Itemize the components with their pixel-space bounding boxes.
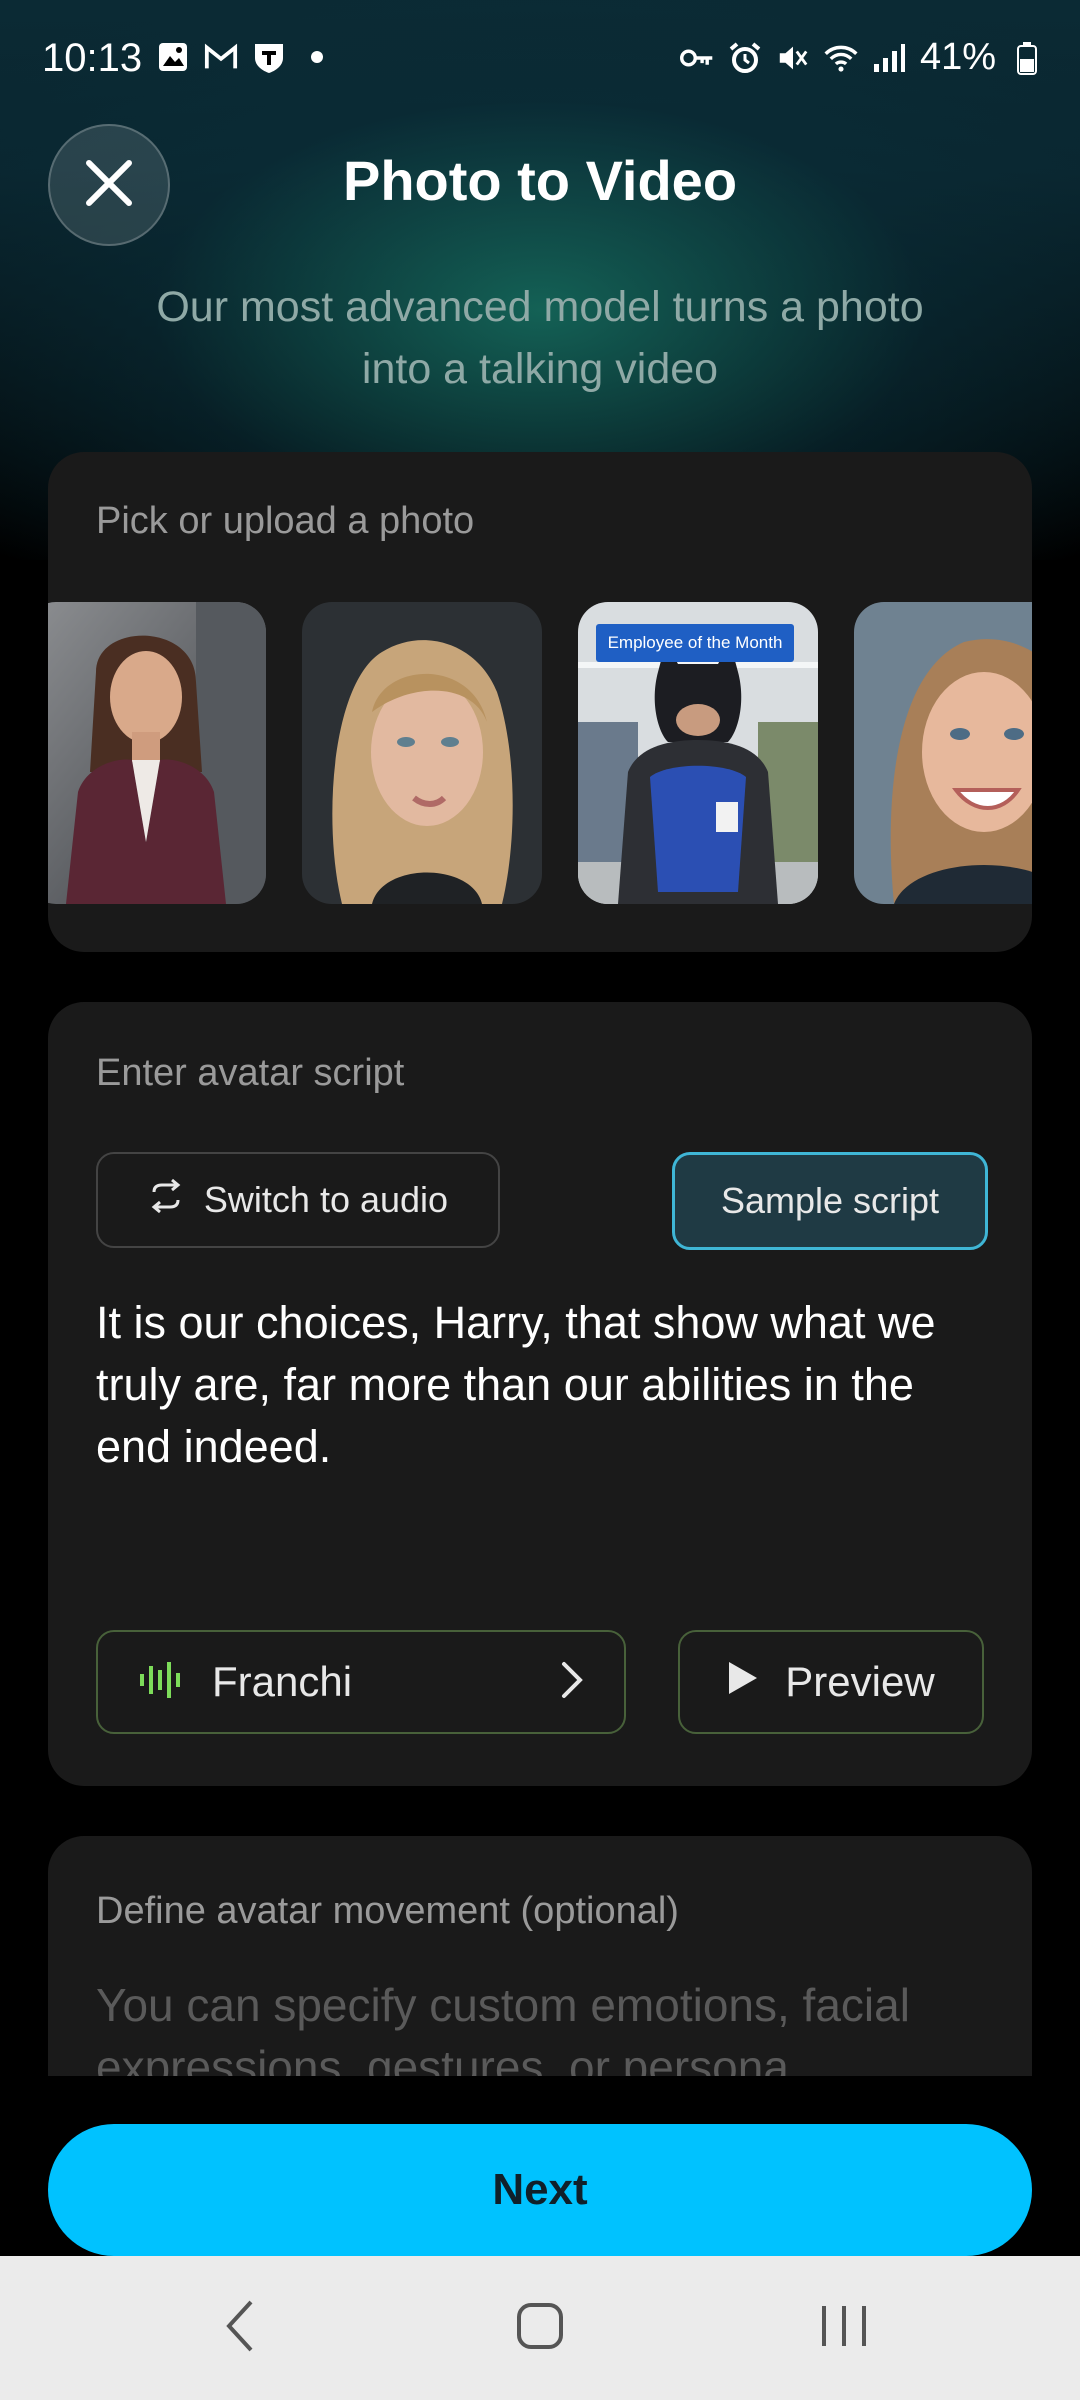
sample-script-label: Sample script: [720, 1180, 940, 1221]
play-icon: [727, 1658, 759, 1706]
dot-icon: [300, 40, 334, 74]
photo-picker-card: Pick or upload a photo Employee of the M…: [48, 452, 1032, 952]
back-icon: [223, 2298, 257, 2359]
recents-icon: [819, 2302, 869, 2355]
script-textarea[interactable]: It is our choices, Harry, that show what…: [96, 1292, 986, 1478]
smiling-woman-photo[interactable]: [854, 602, 1032, 904]
wifi-icon: [824, 41, 858, 75]
movement-input[interactable]: You can specify custom emotions, facial …: [96, 1974, 986, 2076]
page-title: Photo to Video: [342, 149, 738, 212]
gallery-icon: [156, 40, 190, 74]
chevron-right-icon: [560, 1660, 584, 1705]
page-subtitle: Our most advanced model turns a photo in…: [156, 283, 924, 393]
switch-to-audio-button[interactable]: Switch to audio: [96, 1152, 500, 1248]
movement-section-label: Define avatar movement (optional): [96, 1890, 679, 1932]
battery-level: 41%: [919, 36, 996, 78]
batman-store-photo[interactable]: Employee of the Month: [578, 602, 818, 904]
system-nav-bar: [0, 2256, 1080, 2400]
status-notification-icons: [156, 40, 334, 74]
avatar-script-card: Enter avatar script Switch to audio Samp…: [48, 1002, 1032, 1786]
nav-home-button[interactable]: [500, 2292, 580, 2364]
status-system-icons: 41%: [679, 36, 1044, 79]
status-bar: 10:13 41%: [0, 0, 1080, 120]
status-time: 10:13: [42, 36, 143, 80]
blonde-woman-photo[interactable]: [302, 602, 542, 904]
home-icon: [516, 2302, 564, 2355]
nav-back-button[interactable]: [200, 2292, 280, 2364]
next-button[interactable]: Next: [48, 2124, 1032, 2256]
photo-section-label: Pick or upload a photo: [96, 500, 475, 542]
battery-icon: [1010, 41, 1044, 75]
employee-of-month-sign: Employee of the Month: [596, 624, 794, 662]
voice-wave-icon: [138, 1660, 184, 1705]
key-icon: [679, 41, 714, 75]
preview-button[interactable]: Preview: [678, 1630, 984, 1734]
woman-blazer-photo[interactable]: [48, 602, 266, 904]
photo-carousel[interactable]: Employee of the Month: [48, 602, 1032, 904]
script-section-label: Enter avatar script: [96, 1052, 405, 1094]
preview-label: Preview: [785, 1658, 935, 1705]
switch-to-audio-label: Switch to audio: [203, 1179, 449, 1220]
sample-script-button[interactable]: Sample script: [672, 1152, 988, 1250]
voice-selector-button[interactable]: Franchi: [96, 1630, 626, 1734]
avatar-movement-card: Define avatar movement (optional) You ca…: [48, 1836, 1032, 2076]
mute-icon: [776, 41, 810, 75]
gmail-icon: [204, 40, 238, 74]
shield-app-icon: [252, 40, 286, 74]
swap-arrows-icon: [148, 1178, 184, 1223]
voice-name: Franchi: [212, 1658, 353, 1705]
alarm-icon: [728, 41, 762, 75]
signal-icon: [872, 41, 906, 75]
nav-recents-button[interactable]: [804, 2292, 884, 2364]
